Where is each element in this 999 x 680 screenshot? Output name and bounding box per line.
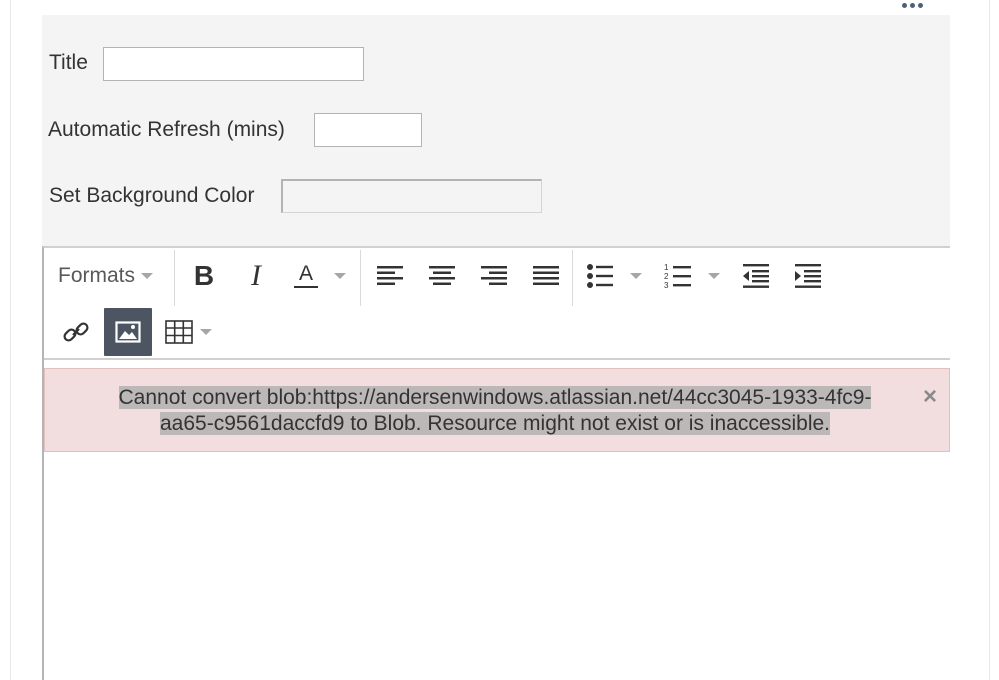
formats-dropdown[interactable]: Formats: [58, 252, 154, 300]
bgcolor-label: Set Background Color: [49, 184, 255, 207]
table-dropdown[interactable]: [194, 308, 218, 356]
align-left-icon: [377, 266, 403, 285]
align-justify-button[interactable]: [528, 252, 564, 300]
font-color-glyph: A: [298, 262, 313, 285]
bold-button[interactable]: B: [184, 252, 224, 300]
error-message-line2: aa65-c9561daccfd9 to Blob. Resource migh…: [159, 412, 831, 435]
more-icon[interactable]: [902, 0, 930, 10]
close-icon[interactable]: ×: [923, 383, 937, 411]
numbered-list-dropdown[interactable]: [702, 252, 726, 300]
settings-form: Title Automatic Refresh (mins) Set Backg…: [42, 15, 950, 247]
title-label: Title: [49, 51, 88, 74]
italic-button[interactable]: I: [236, 252, 276, 300]
error-notification: Cannot convert blob:https://andersenwind…: [44, 368, 950, 452]
indent-button[interactable]: [790, 252, 826, 300]
bullet-list-icon: [587, 264, 613, 288]
formats-label: Formats: [58, 264, 136, 287]
table-button[interactable]: [162, 308, 196, 356]
image-button[interactable]: [104, 308, 152, 356]
font-color-button[interactable]: A: [286, 252, 326, 300]
error-message: Cannot convert blob:https://andersenwind…: [85, 385, 905, 437]
chevron-down-icon: [141, 273, 154, 279]
svg-text:3: 3: [664, 281, 669, 290]
align-right-icon: [481, 266, 507, 285]
bullet-list-dropdown[interactable]: [624, 252, 648, 300]
editor-content-area[interactable]: [44, 458, 950, 680]
bullet-list-button[interactable]: [582, 252, 618, 300]
table-icon: [165, 320, 193, 344]
bgcolor-input[interactable]: [281, 179, 542, 213]
image-icon: [115, 321, 141, 343]
align-center-button[interactable]: [424, 252, 460, 300]
rich-text-editor: Formats B I A 123 Cannot convert blob:ht…: [42, 246, 950, 680]
link-icon: [63, 322, 89, 342]
svg-text:1: 1: [664, 263, 669, 272]
font-color-dropdown[interactable]: [328, 252, 352, 300]
refresh-label: Automatic Refresh (mins): [48, 118, 285, 141]
svg-text:2: 2: [664, 272, 669, 281]
error-message-line1: Cannot convert blob:https://andersenwind…: [118, 386, 872, 409]
refresh-input[interactable]: [314, 113, 422, 147]
align-center-icon: [429, 266, 455, 285]
align-right-button[interactable]: [476, 252, 512, 300]
link-button[interactable]: [54, 308, 98, 356]
indent-icon: [795, 264, 821, 288]
align-left-button[interactable]: [372, 252, 408, 300]
outdent-button[interactable]: [738, 252, 774, 300]
outdent-icon: [743, 264, 769, 288]
editor-toolbar: Formats B I A 123: [44, 248, 950, 360]
numbered-list-button[interactable]: 123: [660, 252, 696, 300]
font-color-bar: [294, 286, 318, 288]
title-input[interactable]: [103, 47, 364, 81]
align-justify-icon: [533, 266, 559, 285]
numbered-list-icon: 123: [664, 263, 691, 290]
